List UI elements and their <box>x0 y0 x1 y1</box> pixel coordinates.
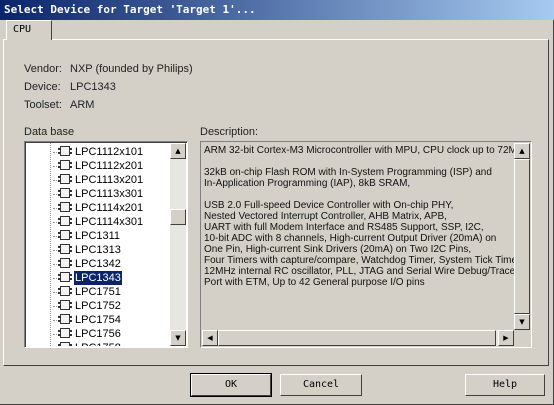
vendor-label: Vendor: <box>24 63 62 75</box>
chip-icon <box>58 258 72 268</box>
description-line: USB 2.0 Full-speed Device Controller wit… <box>204 200 454 211</box>
chip-icon <box>58 314 72 324</box>
device-tree-list[interactable]: LPC1112x101 LPC1112x201 LPC1113x201 LPC1113… <box>24 141 188 348</box>
description-line <box>204 189 514 200</box>
toolset-label: Toolset: <box>24 99 62 111</box>
arrow-left-icon[interactable]: ◀ <box>202 330 218 346</box>
device-list-scroll-thumb[interactable] <box>170 208 186 225</box>
chip-icon <box>58 174 72 184</box>
arrow-down-icon[interactable]: ▼ <box>514 314 530 330</box>
description-line: In-Application Programming (IAP), 8kB SR… <box>204 178 411 189</box>
description-hscroll-thumb[interactable] <box>218 330 496 346</box>
description-line: Four Timers with capture/compare, Watchd… <box>204 255 514 266</box>
device-list-item[interactable]: LPC1758 <box>53 341 170 346</box>
device-list-item-label: LPC1343 <box>73 270 123 286</box>
device-list-item-label: LPC1756 <box>75 328 121 340</box>
description-line: One Pin, High-current Sink Drivers (20mA… <box>204 244 472 255</box>
device-label: Device: <box>24 81 61 93</box>
chip-icon <box>58 188 72 198</box>
description-line <box>204 156 514 167</box>
tab-cpu[interactable]: CPU <box>6 20 52 40</box>
device-list-item[interactable]: LPC1311 <box>53 229 170 243</box>
toolset-value: ARM <box>70 99 95 111</box>
description-line: UART with full Modem Interface and RS485… <box>204 222 484 233</box>
ok-button[interactable]: OK <box>190 373 272 397</box>
description-line: Port with ETM, Up to 42 General purpose … <box>204 277 425 288</box>
device-list-item[interactable]: LPC1114x201 <box>53 201 170 215</box>
arrow-up-icon[interactable]: ▲ <box>514 143 530 159</box>
description-box[interactable]: ARM 32-bit Cortex-M3 Microcontroller wit… <box>200 141 532 348</box>
chip-icon <box>58 286 72 296</box>
device-list-item[interactable]: LPC1113x301 <box>53 187 170 201</box>
device-list-item[interactable]: LPC1754 <box>53 313 170 327</box>
device-list-item-label: LPC1112x101 <box>75 146 144 158</box>
description-line: 12MHz internal RC oscillator, PLL, JTAG … <box>204 266 514 277</box>
chip-icon <box>58 272 72 282</box>
device-list-item[interactable]: LPC1343 <box>53 270 170 286</box>
device-list-item-label: LPC1313 <box>75 244 121 256</box>
vendor-value: NXP (founded by Philips) <box>70 63 193 75</box>
cancel-button[interactable]: Cancel <box>280 374 362 396</box>
chip-icon <box>58 342 72 346</box>
device-list-item-label: LPC1758 <box>75 341 121 346</box>
device-list-item[interactable]: LPC1342 <box>53 257 170 271</box>
chip-icon <box>58 160 72 170</box>
device-list-item[interactable]: LPC1112x201 <box>53 159 170 173</box>
device-list-item-label: LPC1114x201 <box>75 202 144 214</box>
chip-icon <box>58 230 72 240</box>
chip-icon <box>58 216 72 226</box>
device-list-item[interactable]: LPC1752 <box>53 299 170 313</box>
device-value: LPC1343 <box>70 81 116 93</box>
description-vscrollbar[interactable]: ▲ ▼ <box>514 143 530 330</box>
chip-icon <box>58 300 72 310</box>
device-list-item-label: LPC1113x301 <box>75 188 144 200</box>
description-line: 32kB on-chip Flash ROM with In-System Pr… <box>204 167 492 178</box>
description-hscrollbar[interactable]: ◀ ▶ <box>202 330 514 346</box>
database-label: Data base <box>24 126 75 138</box>
device-list-item[interactable]: LPC1313 <box>53 243 170 257</box>
chip-icon <box>58 328 72 338</box>
device-list-item[interactable]: LPC1756 <box>53 327 170 341</box>
description-line: 10-bit ADC with 8 channels, High-current… <box>204 233 497 244</box>
arrow-up-icon[interactable]: ▲ <box>170 143 186 159</box>
device-list-item-label: LPC1752 <box>75 300 121 312</box>
device-list-item-label: LPC1342 <box>75 258 121 270</box>
device-list-item[interactable]: LPC1112x101 <box>53 145 170 159</box>
arrow-right-icon[interactable]: ▶ <box>498 330 514 346</box>
device-list-item[interactable]: LPC1113x201 <box>53 173 170 187</box>
device-list-item-label: LPC1112x201 <box>75 160 144 172</box>
description-line: Nested Vectored Interrupt Controller, AH… <box>204 211 447 222</box>
device-list-item-label: LPC1113x201 <box>75 174 144 186</box>
device-list-item[interactable]: LPC1751 <box>53 285 170 299</box>
select-device-dialog: Select Device for Target 'Target 1'... C… <box>0 0 554 405</box>
description-text: ARM 32-bit Cortex-M3 Microcontroller wit… <box>204 145 514 329</box>
chip-icon <box>58 244 72 254</box>
arrow-down-icon[interactable]: ▼ <box>170 330 186 346</box>
help-button[interactable]: Help <box>465 374 545 396</box>
device-tree-items: LPC1112x101 LPC1112x201 LPC1113x201 LPC1113… <box>26 143 170 346</box>
description-label: Description: <box>200 126 259 138</box>
dialog-title[interactable]: Select Device for Target 'Target 1'... <box>0 0 554 20</box>
description-line: ARM 32-bit Cortex-M3 Microcontroller wit… <box>204 145 514 156</box>
chip-icon <box>58 146 72 156</box>
device-list-item[interactable]: LPC1114x301 <box>53 215 170 229</box>
device-list-item-label: LPC1751 <box>75 286 121 298</box>
tree-connector-line <box>50 143 51 346</box>
device-list-item-label: LPC1114x301 <box>75 216 144 228</box>
device-list-item-label: LPC1754 <box>75 314 121 326</box>
description-vscroll-thumb[interactable] <box>514 159 530 314</box>
chip-icon <box>58 202 72 212</box>
device-list-vscrollbar[interactable]: ▲ ▼ <box>170 143 186 346</box>
scroll-corner <box>514 330 530 346</box>
device-list-item-label: LPC1311 <box>75 230 121 242</box>
